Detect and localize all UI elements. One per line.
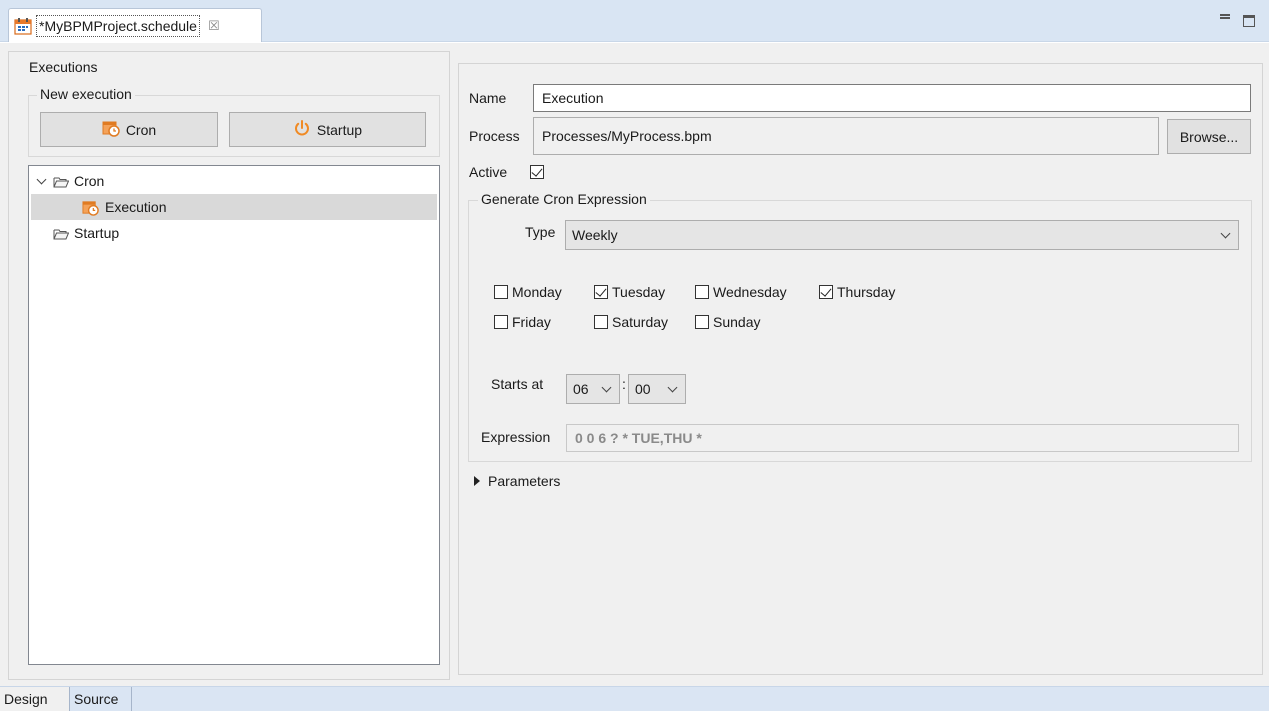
minute-select[interactable]: 00 — [628, 374, 686, 404]
friday-checkbox[interactable] — [494, 315, 508, 329]
triangle-right-icon — [474, 476, 480, 486]
day-thursday[interactable]: Thursday — [819, 284, 895, 300]
day-friday[interactable]: Friday — [494, 314, 551, 330]
chevron-down-icon[interactable] — [35, 174, 49, 188]
day-saturday[interactable]: Saturday — [594, 314, 668, 330]
tree-item-label: Cron — [74, 173, 105, 189]
tree-item-startup[interactable]: Startup — [53, 220, 433, 246]
new-execution-legend: New execution — [37, 86, 135, 102]
day-label: Monday — [512, 284, 562, 300]
day-monday[interactable]: Monday — [494, 284, 562, 300]
cron-schedule-icon — [82, 199, 99, 216]
day-tuesday[interactable]: Tuesday — [594, 284, 665, 300]
executions-tree[interactable]: Cron Execution Startup — [28, 165, 440, 665]
cron-button[interactable]: Cron — [40, 112, 218, 147]
chevron-down-icon — [1220, 228, 1231, 239]
close-tab-icon[interactable]: ☒ — [208, 18, 220, 34]
name-field[interactable]: Execution — [533, 84, 1251, 112]
saturday-checkbox[interactable] — [594, 315, 608, 329]
day-label: Tuesday — [612, 284, 666, 300]
time-separator: : — [622, 376, 626, 392]
type-select[interactable]: Weekly — [565, 220, 1239, 250]
process-field: Processes/MyProcess.bpm — [533, 117, 1159, 155]
type-select-value: Weekly — [572, 227, 618, 243]
day-wednesday[interactable]: Wednesday — [695, 284, 787, 300]
chevron-down-icon — [601, 382, 612, 393]
parameters-expander[interactable]: Parameters — [474, 473, 560, 489]
expression-field: 0 0 6 ? * TUE,THU * — [566, 424, 1239, 452]
chevron-down-icon — [667, 382, 678, 393]
parameters-label: Parameters — [488, 473, 561, 489]
active-checkbox[interactable] — [530, 165, 544, 179]
tuesday-checkbox[interactable] — [594, 285, 608, 299]
window-controls — [1219, 12, 1255, 27]
day-label: Friday — [512, 314, 551, 330]
tree-item-label: Startup — [74, 225, 120, 241]
tree-item-label: Execution — [105, 199, 167, 215]
minimize-icon[interactable] — [1219, 12, 1231, 24]
startup-button-label: Startup — [316, 121, 363, 138]
monday-checkbox[interactable] — [494, 285, 508, 299]
active-label: Active — [469, 164, 508, 180]
tree-item-cron[interactable]: Cron — [35, 168, 435, 194]
browse-button-label: Browse... — [1179, 128, 1239, 145]
executions-legend: Executions — [26, 59, 101, 75]
maximize-icon[interactable] — [1243, 15, 1255, 27]
starts-at-label: Starts at — [491, 376, 544, 392]
day-label: Thursday — [837, 284, 896, 300]
hour-select-value: 06 — [573, 381, 589, 397]
process-label: Process — [469, 128, 520, 144]
schedule-calendar-icon — [13, 16, 33, 36]
minute-select-value: 00 — [635, 381, 651, 397]
type-label: Type — [525, 224, 556, 240]
tab-design[interactable]: Design — [0, 687, 70, 711]
sunday-checkbox[interactable] — [695, 315, 709, 329]
folder-open-icon — [53, 175, 70, 188]
editor-tab-bar: *MyBPMProject.schedule ☒ — [0, 0, 1269, 42]
name-label: Name — [469, 90, 507, 106]
day-label: Sunday — [713, 314, 761, 330]
tree-item-execution[interactable]: Execution — [31, 194, 437, 220]
power-icon — [293, 119, 311, 140]
editor-tab[interactable]: *MyBPMProject.schedule ☒ — [8, 8, 262, 42]
hour-select[interactable]: 06 — [566, 374, 620, 404]
wednesday-checkbox[interactable] — [695, 285, 709, 299]
thursday-checkbox[interactable] — [819, 285, 833, 299]
cron-schedule-icon — [102, 119, 120, 140]
folder-open-icon — [53, 227, 70, 240]
day-label: Wednesday — [713, 284, 787, 300]
day-label: Saturday — [612, 314, 669, 330]
startup-button[interactable]: Startup — [229, 112, 426, 147]
expression-label: Expression — [481, 429, 551, 445]
cron-button-label: Cron — [125, 121, 157, 138]
browse-button[interactable]: Browse... — [1167, 119, 1251, 154]
cron-group-legend: Generate Cron Expression — [478, 191, 650, 207]
day-sunday[interactable]: Sunday — [695, 314, 760, 330]
editor-tab-title: *MyBPMProject.schedule — [36, 14, 200, 37]
editor-mode-tabs: Design Source — [0, 686, 1269, 711]
tab-source[interactable]: Source — [70, 687, 132, 711]
